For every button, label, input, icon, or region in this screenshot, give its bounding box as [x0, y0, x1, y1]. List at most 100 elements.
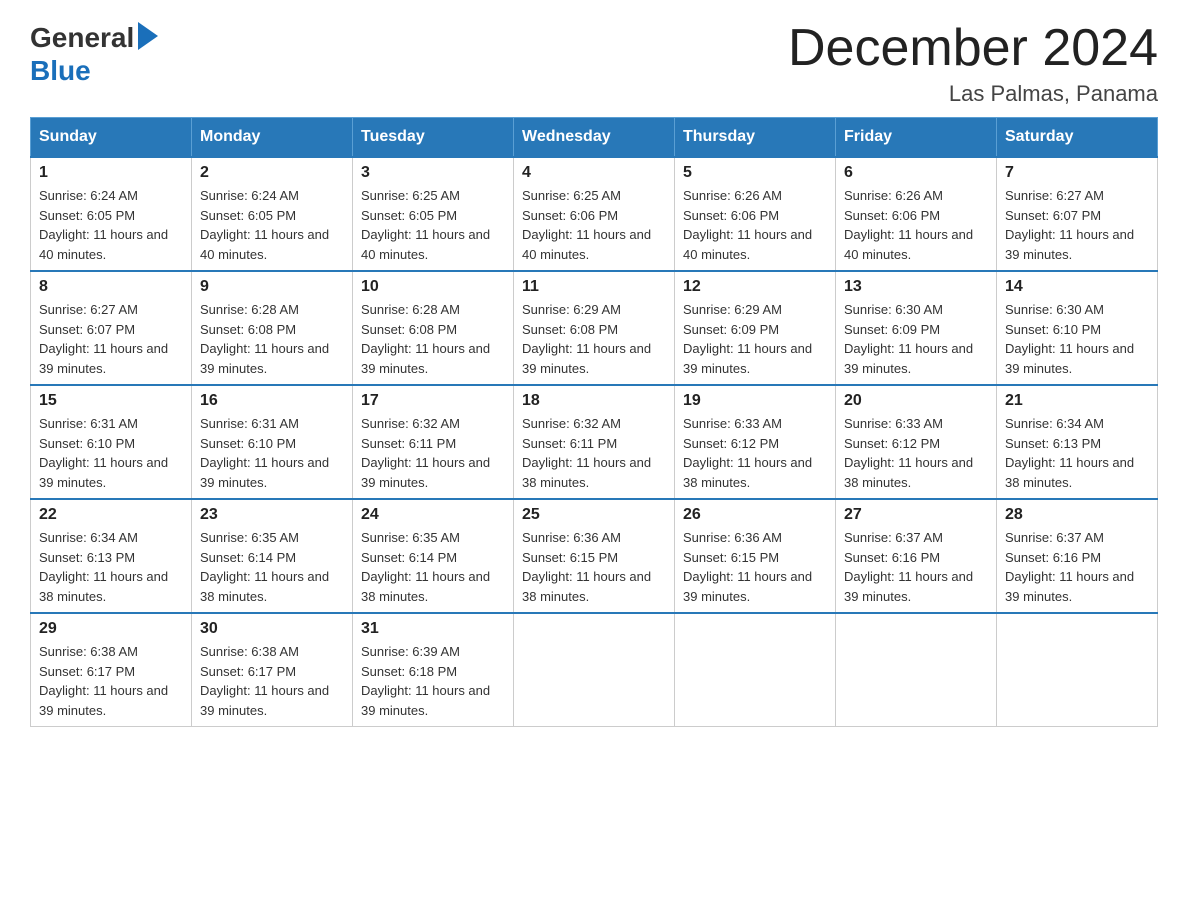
daylight-label: Daylight: 11 hours and 38 minutes.: [361, 569, 490, 604]
day-number: 3: [361, 164, 505, 182]
column-header-thursday: Thursday: [675, 118, 836, 158]
sunrise-label: Sunrise: 6:27 AM: [39, 302, 138, 317]
day-number: 24: [361, 506, 505, 524]
day-info: Sunrise: 6:26 AM Sunset: 6:06 PM Dayligh…: [844, 186, 988, 264]
day-info: Sunrise: 6:34 AM Sunset: 6:13 PM Dayligh…: [39, 528, 183, 606]
daylight-label: Daylight: 11 hours and 38 minutes.: [39, 569, 168, 604]
day-number: 22: [39, 506, 183, 524]
sunset-label: Sunset: 6:07 PM: [39, 322, 135, 337]
day-info: Sunrise: 6:38 AM Sunset: 6:17 PM Dayligh…: [39, 642, 183, 720]
day-info: Sunrise: 6:30 AM Sunset: 6:09 PM Dayligh…: [844, 300, 988, 378]
sunrise-label: Sunrise: 6:30 AM: [1005, 302, 1104, 317]
day-cell: 20 Sunrise: 6:33 AM Sunset: 6:12 PM Dayl…: [836, 385, 997, 499]
day-cell: 23 Sunrise: 6:35 AM Sunset: 6:14 PM Dayl…: [192, 499, 353, 613]
sunset-label: Sunset: 6:06 PM: [844, 208, 940, 223]
daylight-label: Daylight: 11 hours and 39 minutes.: [1005, 341, 1134, 376]
sunset-label: Sunset: 6:17 PM: [200, 664, 296, 679]
sunrise-label: Sunrise: 6:25 AM: [361, 188, 460, 203]
day-info: Sunrise: 6:24 AM Sunset: 6:05 PM Dayligh…: [39, 186, 183, 264]
logo: General Blue: [30, 20, 158, 87]
calendar-table: SundayMondayTuesdayWednesdayThursdayFrid…: [30, 117, 1158, 727]
day-info: Sunrise: 6:34 AM Sunset: 6:13 PM Dayligh…: [1005, 414, 1149, 492]
sunset-label: Sunset: 6:07 PM: [1005, 208, 1101, 223]
day-cell: 30 Sunrise: 6:38 AM Sunset: 6:17 PM Dayl…: [192, 613, 353, 727]
sunset-label: Sunset: 6:13 PM: [39, 550, 135, 565]
day-number: 2: [200, 164, 344, 182]
sunrise-label: Sunrise: 6:28 AM: [361, 302, 460, 317]
day-cell: [836, 613, 997, 727]
daylight-label: Daylight: 11 hours and 38 minutes.: [1005, 455, 1134, 490]
day-cell: 28 Sunrise: 6:37 AM Sunset: 6:16 PM Dayl…: [997, 499, 1158, 613]
daylight-label: Daylight: 11 hours and 40 minutes.: [683, 227, 812, 262]
sunset-label: Sunset: 6:14 PM: [361, 550, 457, 565]
daylight-label: Daylight: 11 hours and 39 minutes.: [361, 341, 490, 376]
day-info: Sunrise: 6:37 AM Sunset: 6:16 PM Dayligh…: [844, 528, 988, 606]
day-info: Sunrise: 6:39 AM Sunset: 6:18 PM Dayligh…: [361, 642, 505, 720]
sunset-label: Sunset: 6:10 PM: [200, 436, 296, 451]
day-cell: [514, 613, 675, 727]
day-cell: 2 Sunrise: 6:24 AM Sunset: 6:05 PM Dayli…: [192, 157, 353, 271]
daylight-label: Daylight: 11 hours and 39 minutes.: [844, 341, 973, 376]
sunrise-label: Sunrise: 6:25 AM: [522, 188, 621, 203]
week-row-3: 15 Sunrise: 6:31 AM Sunset: 6:10 PM Dayl…: [31, 385, 1158, 499]
day-cell: 5 Sunrise: 6:26 AM Sunset: 6:06 PM Dayli…: [675, 157, 836, 271]
sunrise-label: Sunrise: 6:34 AM: [39, 530, 138, 545]
sunset-label: Sunset: 6:15 PM: [683, 550, 779, 565]
daylight-label: Daylight: 11 hours and 38 minutes.: [844, 455, 973, 490]
calendar-header-row: SundayMondayTuesdayWednesdayThursdayFrid…: [31, 118, 1158, 158]
sunset-label: Sunset: 6:13 PM: [1005, 436, 1101, 451]
daylight-label: Daylight: 11 hours and 39 minutes.: [200, 341, 329, 376]
day-info: Sunrise: 6:31 AM Sunset: 6:10 PM Dayligh…: [200, 414, 344, 492]
day-number: 7: [1005, 164, 1149, 182]
sunrise-label: Sunrise: 6:32 AM: [522, 416, 621, 431]
day-cell: 25 Sunrise: 6:36 AM Sunset: 6:15 PM Dayl…: [514, 499, 675, 613]
day-number: 13: [844, 278, 988, 296]
day-info: Sunrise: 6:36 AM Sunset: 6:15 PM Dayligh…: [683, 528, 827, 606]
sunrise-label: Sunrise: 6:30 AM: [844, 302, 943, 317]
daylight-label: Daylight: 11 hours and 40 minutes.: [361, 227, 490, 262]
day-cell: 7 Sunrise: 6:27 AM Sunset: 6:07 PM Dayli…: [997, 157, 1158, 271]
day-number: 28: [1005, 506, 1149, 524]
day-info: Sunrise: 6:38 AM Sunset: 6:17 PM Dayligh…: [200, 642, 344, 720]
day-info: Sunrise: 6:24 AM Sunset: 6:05 PM Dayligh…: [200, 186, 344, 264]
day-number: 21: [1005, 392, 1149, 410]
page-header: General Blue December 2024 Las Palmas, P…: [30, 20, 1158, 107]
sunrise-label: Sunrise: 6:31 AM: [200, 416, 299, 431]
daylight-label: Daylight: 11 hours and 39 minutes.: [522, 341, 651, 376]
day-cell: 12 Sunrise: 6:29 AM Sunset: 6:09 PM Dayl…: [675, 271, 836, 385]
daylight-label: Daylight: 11 hours and 40 minutes.: [522, 227, 651, 262]
day-number: 4: [522, 164, 666, 182]
sunrise-label: Sunrise: 6:24 AM: [200, 188, 299, 203]
sunrise-label: Sunrise: 6:37 AM: [1005, 530, 1104, 545]
day-info: Sunrise: 6:26 AM Sunset: 6:06 PM Dayligh…: [683, 186, 827, 264]
daylight-label: Daylight: 11 hours and 38 minutes.: [683, 455, 812, 490]
daylight-label: Daylight: 11 hours and 39 minutes.: [844, 569, 973, 604]
day-info: Sunrise: 6:25 AM Sunset: 6:06 PM Dayligh…: [522, 186, 666, 264]
logo-general-text: General: [30, 22, 134, 54]
day-cell: 16 Sunrise: 6:31 AM Sunset: 6:10 PM Dayl…: [192, 385, 353, 499]
sunset-label: Sunset: 6:06 PM: [683, 208, 779, 223]
day-cell: 10 Sunrise: 6:28 AM Sunset: 6:08 PM Dayl…: [353, 271, 514, 385]
day-cell: 31 Sunrise: 6:39 AM Sunset: 6:18 PM Dayl…: [353, 613, 514, 727]
sunset-label: Sunset: 6:08 PM: [361, 322, 457, 337]
column-header-saturday: Saturday: [997, 118, 1158, 158]
day-cell: 21 Sunrise: 6:34 AM Sunset: 6:13 PM Dayl…: [997, 385, 1158, 499]
logo-arrow-icon: [138, 22, 158, 55]
day-number: 12: [683, 278, 827, 296]
week-row-4: 22 Sunrise: 6:34 AM Sunset: 6:13 PM Dayl…: [31, 499, 1158, 613]
day-cell: 1 Sunrise: 6:24 AM Sunset: 6:05 PM Dayli…: [31, 157, 192, 271]
sunrise-label: Sunrise: 6:29 AM: [683, 302, 782, 317]
daylight-label: Daylight: 11 hours and 39 minutes.: [361, 455, 490, 490]
daylight-label: Daylight: 11 hours and 40 minutes.: [39, 227, 168, 262]
day-cell: 4 Sunrise: 6:25 AM Sunset: 6:06 PM Dayli…: [514, 157, 675, 271]
sunrise-label: Sunrise: 6:33 AM: [844, 416, 943, 431]
sunrise-label: Sunrise: 6:37 AM: [844, 530, 943, 545]
day-cell: 15 Sunrise: 6:31 AM Sunset: 6:10 PM Dayl…: [31, 385, 192, 499]
sunrise-label: Sunrise: 6:28 AM: [200, 302, 299, 317]
daylight-label: Daylight: 11 hours and 39 minutes.: [683, 569, 812, 604]
day-info: Sunrise: 6:37 AM Sunset: 6:16 PM Dayligh…: [1005, 528, 1149, 606]
day-cell: 13 Sunrise: 6:30 AM Sunset: 6:09 PM Dayl…: [836, 271, 997, 385]
sunset-label: Sunset: 6:11 PM: [522, 436, 617, 451]
day-number: 29: [39, 620, 183, 638]
day-number: 23: [200, 506, 344, 524]
